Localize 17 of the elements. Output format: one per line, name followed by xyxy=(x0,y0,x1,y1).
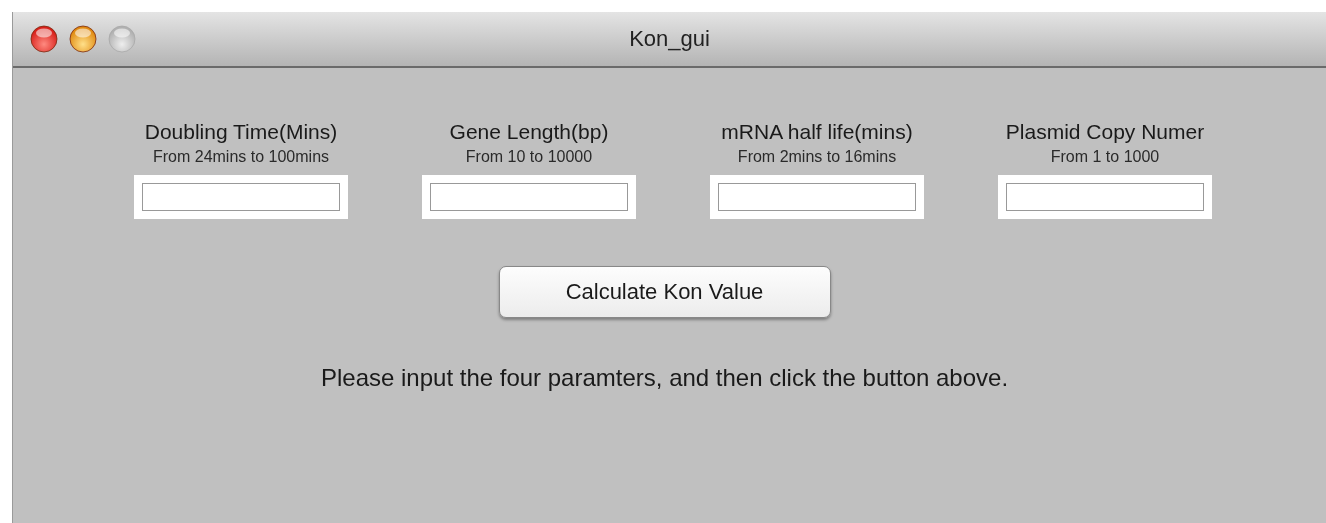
field-hint: From 1 to 1000 xyxy=(1050,148,1160,166)
calculate-button[interactable]: Calculate Kon Value xyxy=(498,266,831,318)
field-label: Doubling Time(Mins) xyxy=(144,120,338,144)
field-label: mRNA half life(mins) xyxy=(721,120,913,144)
window-title: Kon_gui xyxy=(629,26,710,51)
field-label: Gene Length(bp) xyxy=(449,120,609,144)
input-field[interactable] xyxy=(999,176,1211,218)
field-hint: From 10 to 10000 xyxy=(465,148,593,166)
field-label: Plasmid Copy Numer xyxy=(1005,120,1205,144)
input-field[interactable] xyxy=(135,176,347,218)
input-field[interactable] xyxy=(711,176,923,218)
close-window-button[interactable] xyxy=(30,25,58,53)
field-hint: From 24mins to 100mins xyxy=(152,148,330,166)
field-hint: From 2mins to 16mins xyxy=(737,148,897,166)
minimize-window-button[interactable] xyxy=(69,25,97,53)
instruction-text: Please input the four paramters, and then click the button above. xyxy=(320,364,1009,392)
input-field[interactable] xyxy=(423,176,635,218)
